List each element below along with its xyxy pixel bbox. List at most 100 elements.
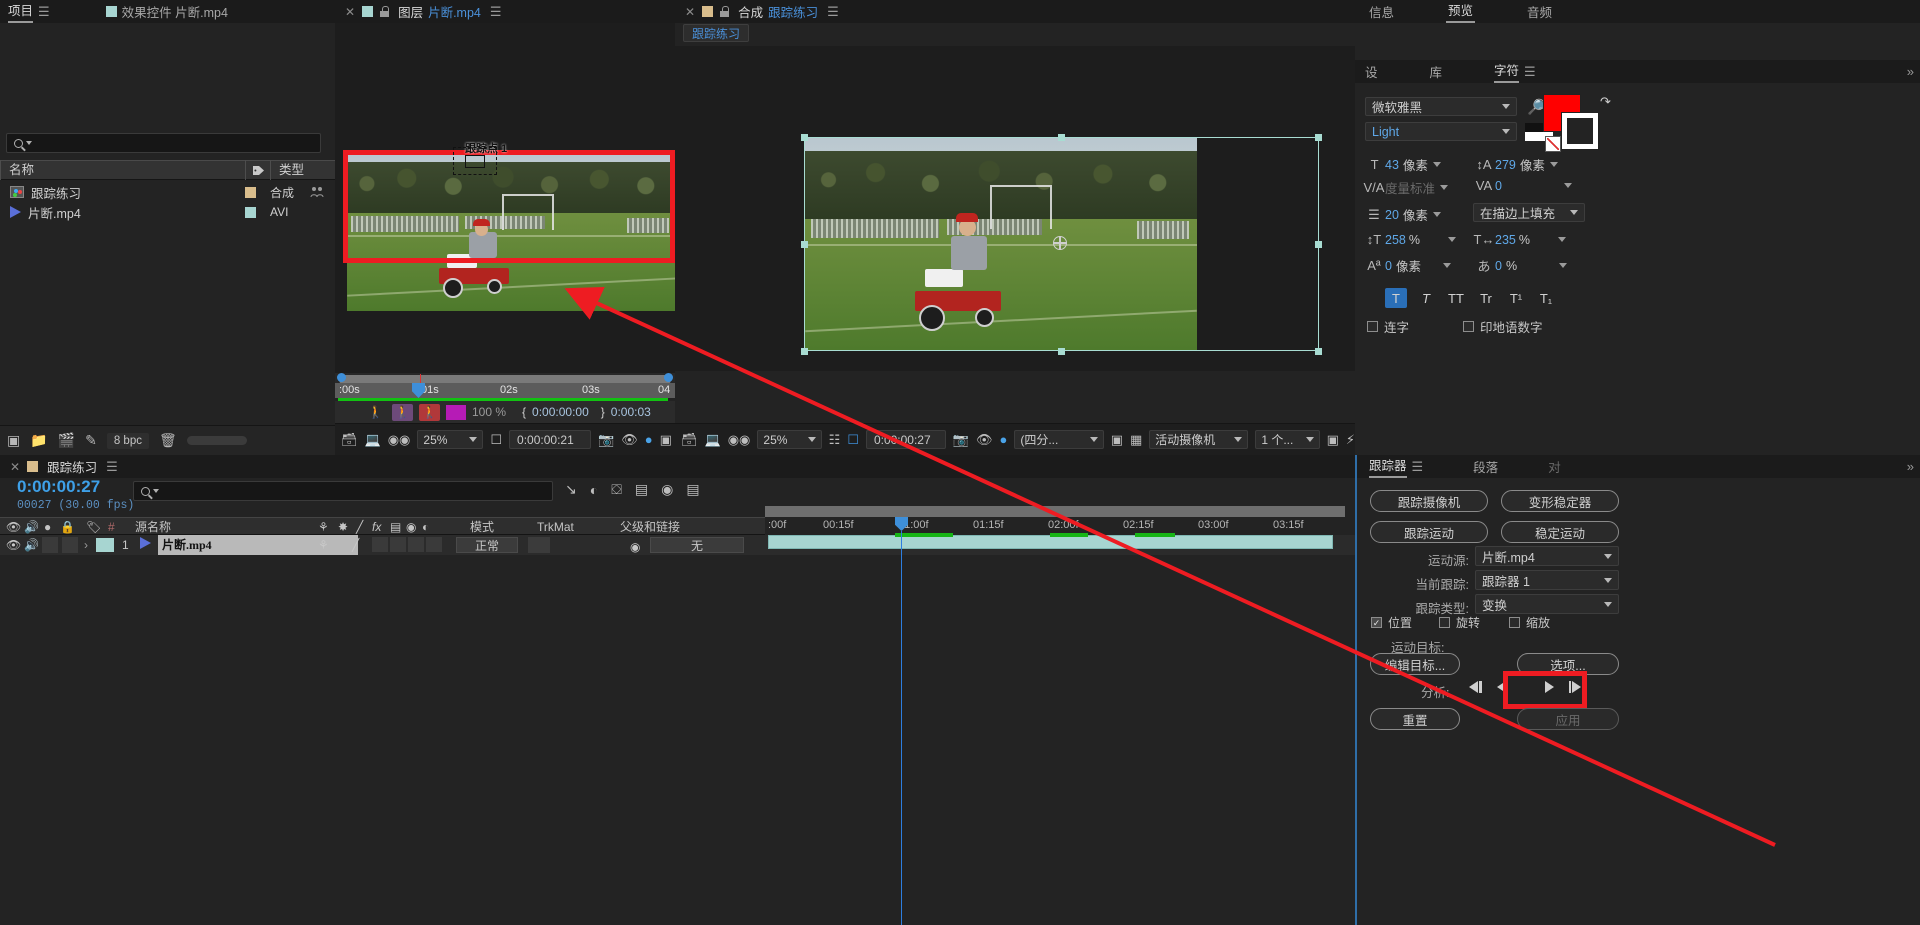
position-checkbox-row[interactable]: ✓ 位置	[1371, 614, 1412, 631]
tracking-dropdown-icon[interactable]	[1563, 183, 1572, 188]
search-dropdown-icon[interactable]	[153, 489, 159, 493]
selection-handle-bc[interactable]	[1058, 348, 1065, 355]
row-lock-toggle[interactable]	[62, 537, 78, 553]
row-mask-switch[interactable]: ╱	[352, 535, 359, 555]
layer-menu-icon[interactable]: ☰	[490, 4, 502, 20]
video-toggle-icon[interactable]: 👁	[6, 518, 21, 536]
horizontal-scale-value[interactable]: 235	[1495, 233, 1516, 247]
selection-handle-tl[interactable]	[801, 134, 808, 141]
channel-rgb-icon[interactable]: ●	[999, 432, 1007, 447]
project-item-label-swatch[interactable]	[245, 186, 256, 198]
baseline-shift-value[interactable]: 0	[1385, 259, 1392, 273]
horizontal-scale-dropdown-icon[interactable]	[1557, 237, 1566, 242]
tab-audio[interactable]: 音频	[1525, 0, 1554, 23]
grid-guides-icon[interactable]: ☷	[829, 432, 841, 448]
font-size-dropdown-icon[interactable]	[1432, 162, 1441, 167]
subscript-button[interactable]: T₁	[1535, 288, 1557, 308]
selection-handle-br[interactable]	[1315, 348, 1322, 355]
comp-menu-icon[interactable]: ☰	[827, 4, 839, 20]
row-trkmat-select[interactable]	[528, 537, 550, 553]
tab-settings[interactable]: 设	[1363, 60, 1380, 83]
tab-project[interactable]: 项目 ☰	[6, 0, 52, 23]
scale-checkbox[interactable]	[1509, 617, 1520, 628]
take-snapshot-icon[interactable]: 🗃	[681, 432, 698, 448]
apply-button[interactable]: 应用	[1517, 708, 1619, 730]
character-menu-icon[interactable]: ☰	[1524, 64, 1536, 80]
work-area-start-handle[interactable]	[337, 373, 346, 382]
stabilize-motion-button[interactable]: 稳定运动	[1501, 521, 1619, 543]
tab-timeline[interactable]: 跟踪练习	[45, 455, 99, 478]
ligature-checkbox[interactable]	[1367, 321, 1378, 332]
out-point-value[interactable]: 0:00:03	[611, 405, 651, 419]
motion-blur-switch-icon[interactable]: ◐	[422, 518, 429, 536]
position-checkbox[interactable]: ✓	[1371, 617, 1382, 628]
opacity-value[interactable]: 100 %	[472, 405, 506, 419]
lock-icon[interactable]	[720, 6, 730, 17]
toggle-mask-icon[interactable]: ◉◉	[728, 432, 751, 448]
walker-magenta-icon[interactable]: 🚶	[392, 403, 413, 421]
row-audio-toggle[interactable]: 🔊	[24, 535, 39, 555]
project-item-row[interactable]: 片断.mp4 AVI	[0, 202, 335, 222]
graph-editor-icon[interactable]: ▤	[686, 481, 699, 498]
layer-time-ruler[interactable]: :00s 01s 02s 03s 04	[335, 383, 675, 398]
close-icon[interactable]: ✕	[685, 5, 695, 19]
draft-3d-icon[interactable]: ◐	[590, 482, 598, 498]
all-caps-button[interactable]: TT	[1445, 288, 1467, 308]
column-header-index[interactable]: #	[108, 518, 115, 536]
in-point-value[interactable]: 0:00:00:00	[532, 405, 589, 419]
camera-snapshot-icon[interactable]: 📷	[598, 432, 614, 448]
tab-align[interactable]: 对	[1546, 455, 1563, 478]
new-folder-icon[interactable]: 📁	[30, 432, 47, 449]
solo-toggle-icon[interactable]: ●	[44, 518, 51, 536]
small-caps-button[interactable]: Tr	[1475, 288, 1497, 308]
font-style-select[interactable]: Light	[1365, 122, 1517, 141]
comp-current-time[interactable]: 0:00:00:27	[865, 430, 946, 449]
tracker-menu-icon[interactable]: ☰	[1412, 459, 1424, 475]
walker-icon[interactable]: 🚶	[365, 404, 386, 421]
transparency-grid-icon[interactable]: ▦	[1130, 432, 1142, 448]
scale-checkbox-row[interactable]: 缩放	[1509, 614, 1550, 631]
fast-preview-icon[interactable]: ⚡	[1346, 432, 1355, 448]
row-expand-triangle[interactable]: ›	[84, 535, 88, 555]
kerning-dropdown-icon[interactable]	[1440, 185, 1449, 190]
resolution-icon[interactable]: ▣	[660, 432, 672, 448]
tsume-dropdown-icon[interactable]	[1559, 263, 1568, 268]
column-header-label-icon[interactable]: 🏷	[86, 518, 101, 536]
track-type-select[interactable]: 变换	[1475, 594, 1619, 614]
stroke-width-dropdown-icon[interactable]	[1432, 212, 1441, 217]
stroke-width-value[interactable]: 20	[1385, 208, 1399, 222]
show-channel-icon[interactable]: 💻	[705, 432, 721, 448]
region-of-interest-icon[interactable]: ☐	[490, 432, 502, 448]
motion-source-select[interactable]: 片断.mp4	[1475, 546, 1619, 566]
track-motion-button[interactable]: 跟踪运动	[1370, 521, 1488, 543]
swap-colors-icon[interactable]: ↷	[1600, 94, 1611, 110]
channel-rgb-icon[interactable]: ●	[645, 432, 653, 447]
show-channel-icon[interactable]: 💻	[365, 432, 381, 448]
tab-info[interactable]: 信息	[1367, 0, 1396, 23]
row-video-toggle[interactable]: 👁	[6, 535, 21, 555]
mask-switch-icon[interactable]: ╱	[356, 518, 363, 536]
row-label-swatch[interactable]	[96, 538, 114, 552]
vertical-scale-dropdown-icon[interactable]	[1447, 237, 1456, 242]
show-snapshot-icon[interactable]: 👁	[976, 432, 993, 448]
timeline-work-area[interactable]	[765, 506, 1345, 517]
timeline-current-time[interactable]: 0:00:00:27	[17, 477, 100, 497]
3d-switch-icon[interactable]: ◉	[406, 518, 416, 536]
project-item-label-swatch[interactable]	[245, 206, 256, 218]
layer-current-time[interactable]: 0:00:00:21	[509, 430, 592, 449]
superscript-button[interactable]: T¹	[1505, 288, 1527, 308]
leading-value[interactable]: 279	[1495, 158, 1516, 172]
comp-zoom-select[interactable]: 25%	[757, 430, 822, 449]
layer-zoom-select[interactable]: 25%	[417, 430, 484, 449]
tab-preview[interactable]: 预览	[1446, 0, 1476, 23]
tracking-value[interactable]: 0	[1495, 179, 1502, 193]
hindi-row[interactable]: 印地语数字	[1463, 317, 1543, 336]
edit-target-button[interactable]: 编辑目标...	[1370, 653, 1460, 675]
parent-switch-icon[interactable]: ⚘	[318, 518, 329, 536]
keyframe-marker-group[interactable]	[895, 533, 953, 537]
column-header-trkmat[interactable]: TrkMat	[537, 518, 574, 536]
row-adjustment-switch[interactable]	[390, 537, 406, 552]
timeline-menu-icon[interactable]: ☰	[106, 459, 118, 475]
column-header-label[interactable]	[245, 160, 270, 180]
project-settings-icon[interactable]: ✎	[85, 432, 97, 449]
